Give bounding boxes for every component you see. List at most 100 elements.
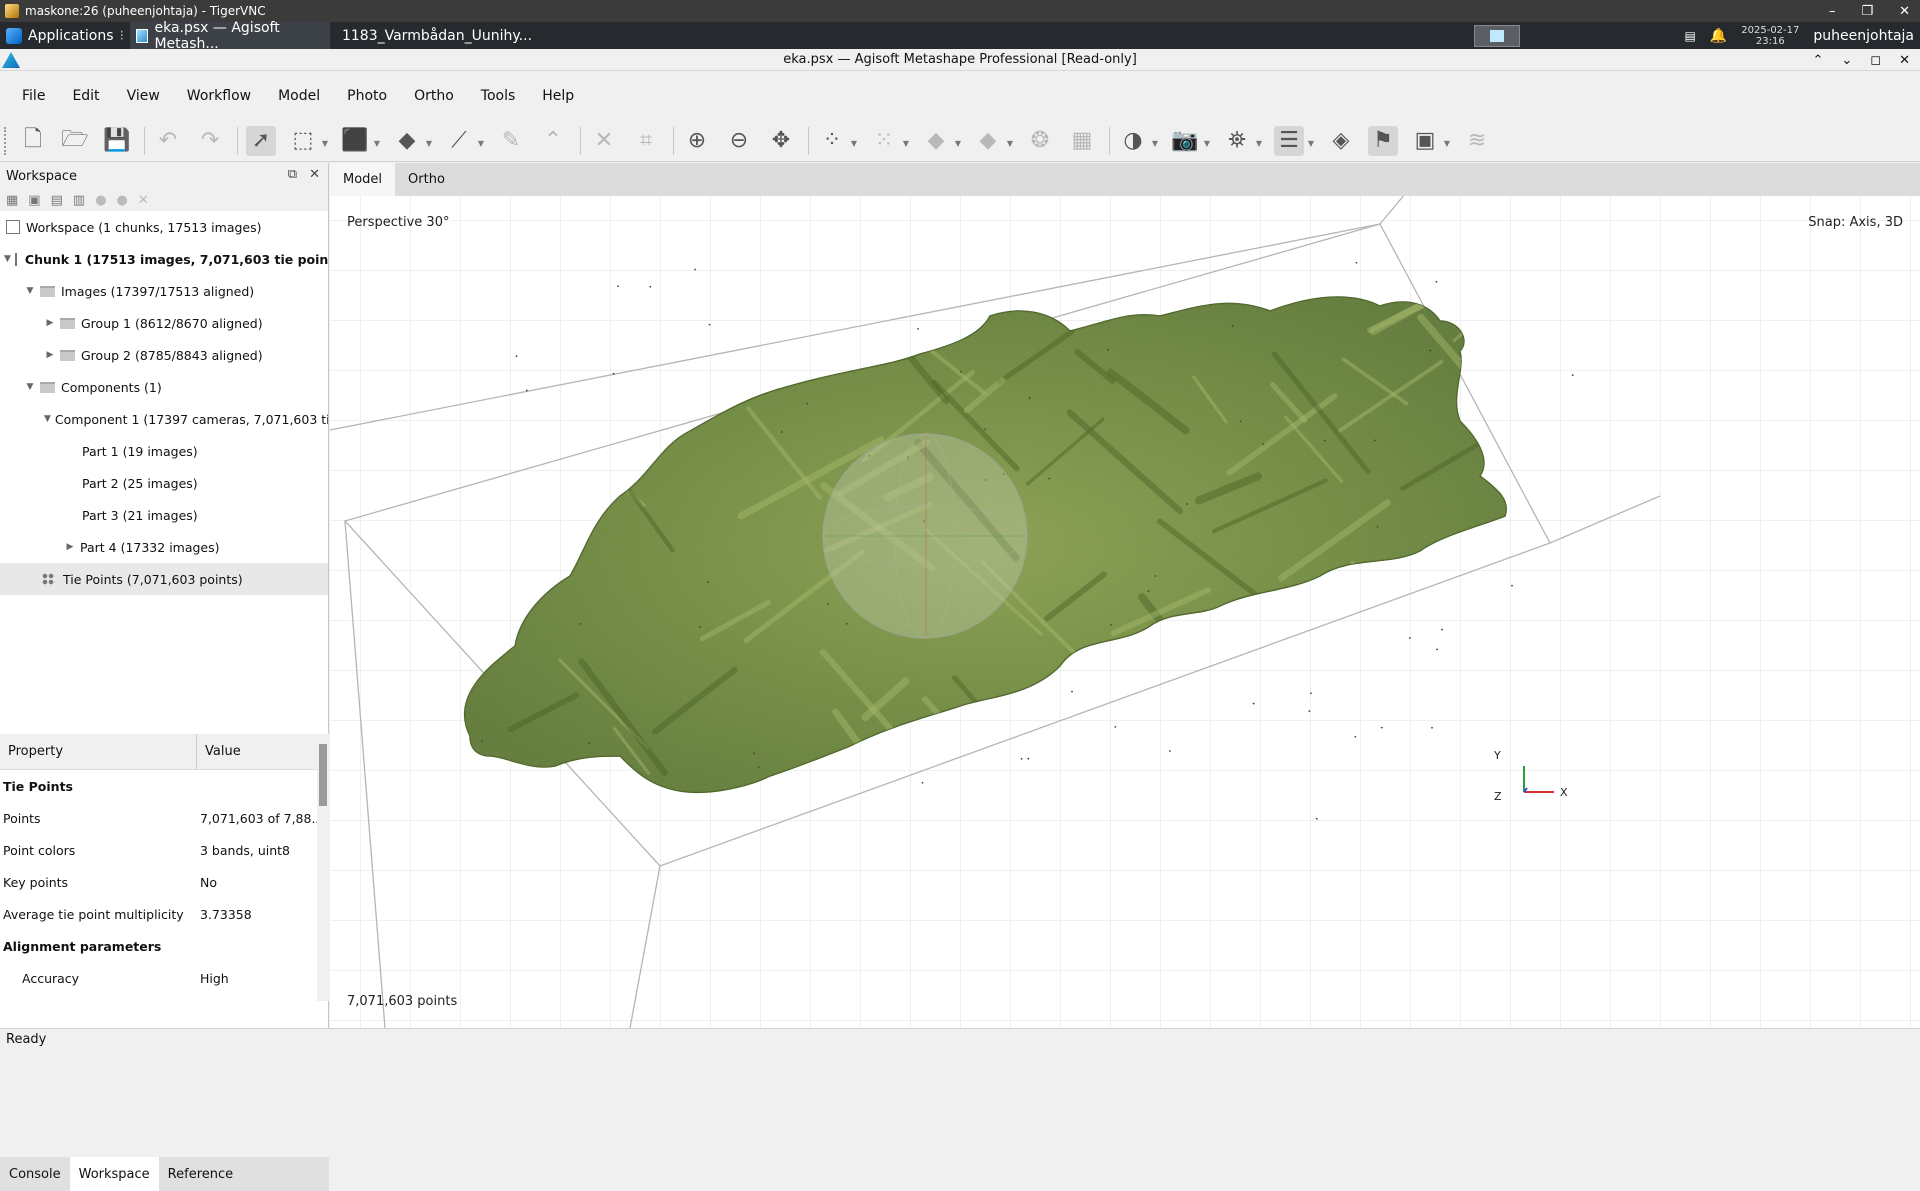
maximize-button[interactable]: ◻ bbox=[1870, 53, 1881, 68]
resize-region-icon[interactable]: ⬛ ▼ bbox=[340, 126, 380, 156]
collapse-button[interactable]: ⌃ bbox=[1812, 53, 1823, 68]
new-document-icon[interactable]: 🗋 bbox=[18, 126, 48, 156]
tree-item-group1[interactable]: ▶ Group 1 (8612/8670 aligned) bbox=[0, 307, 328, 339]
delete-items-icon[interactable]: ✕ bbox=[138, 193, 149, 208]
property-row[interactable]: Points 7,071,603 of 7,88... bbox=[0, 802, 329, 834]
show-markers-icon[interactable]: ⛯ ▼ bbox=[1222, 126, 1262, 156]
value-column-header[interactable]: Value bbox=[197, 744, 241, 759]
tree-item-components[interactable]: ▼ Components (1) bbox=[0, 371, 328, 403]
navigation-cursor-icon[interactable]: ➚ bbox=[246, 125, 276, 156]
tab-workspace[interactable]: Workspace bbox=[69, 1157, 159, 1191]
tree-item-group2[interactable]: ▶ Group 2 (8785/8843 aligned) bbox=[0, 339, 328, 371]
menu-file[interactable]: File bbox=[12, 88, 55, 104]
draw-polyline-icon[interactable]: ⟋ ▼ bbox=[444, 126, 484, 156]
zoom-out-icon[interactable]: ⊖ bbox=[724, 126, 754, 156]
zoom-in-icon[interactable]: ⊕ bbox=[682, 126, 712, 156]
property-row[interactable]: Point colors 3 bands, uint8 bbox=[0, 834, 329, 866]
draw-eraser-icon[interactable]: ✎ bbox=[496, 126, 526, 156]
add-folder-icon[interactable]: ▤ bbox=[51, 193, 63, 208]
tree-item-part3[interactable]: Part 3 (21 images) bbox=[0, 499, 328, 531]
redo-icon[interactable]: ↷ bbox=[195, 126, 225, 156]
collapse-arrow-icon[interactable]: ▼ bbox=[4, 254, 11, 264]
user-name[interactable]: puheenjohtaja bbox=[1813, 28, 1914, 44]
properties-vertical-scrollbar[interactable] bbox=[317, 734, 329, 1001]
property-row[interactable]: Key points No bbox=[0, 866, 329, 898]
close-panel-icon[interactable]: ✕ bbox=[309, 167, 320, 182]
draw-curve-icon[interactable]: ⌃ bbox=[538, 126, 568, 156]
enable-items-icon[interactable]: ● bbox=[95, 193, 106, 208]
add-chunk-icon[interactable]: ▦ bbox=[6, 193, 18, 208]
clock[interactable]: 2025-02-17 23:16 bbox=[1741, 25, 1799, 47]
vnc-minimize-button[interactable]: – bbox=[1829, 4, 1836, 19]
expand-arrow-icon[interactable]: ▶ bbox=[64, 542, 76, 552]
notification-bell-icon[interactable]: 🔔 bbox=[1710, 28, 1727, 44]
reset-view-icon[interactable]: ✥ bbox=[766, 126, 796, 156]
show-region-icon[interactable]: ◈ bbox=[1326, 126, 1356, 156]
menu-ortho[interactable]: Ortho bbox=[404, 88, 464, 104]
workspace-panel: Workspace ⧉ ✕ ▦ ▣ ▤ ▥ ● ● ✕ Workspace (1… bbox=[0, 163, 329, 1191]
applications-menu[interactable]: Applications ⁝ bbox=[0, 22, 130, 49]
show-cameras-icon[interactable]: 📷 ▼ bbox=[1170, 126, 1210, 156]
tab-console[interactable]: Console bbox=[0, 1157, 70, 1191]
texture-view-icon[interactable]: ❂ bbox=[1025, 126, 1055, 156]
open-folder-icon[interactable]: 🗁 bbox=[60, 126, 90, 156]
undo-icon[interactable]: ↶ bbox=[153, 126, 183, 156]
show-info-icon[interactable]: ☰ ▼ bbox=[1274, 125, 1314, 156]
menu-workflow[interactable]: Workflow bbox=[177, 88, 261, 104]
collapse-arrow-icon[interactable]: ▼ bbox=[44, 414, 51, 424]
delete-selection-icon[interactable]: ✕ bbox=[589, 126, 619, 156]
expand-arrow-icon[interactable]: ▶ bbox=[44, 318, 56, 328]
show-trackball-icon[interactable]: ◑ ▼ bbox=[1118, 126, 1158, 156]
remove-items-icon[interactable]: ▥ bbox=[73, 193, 85, 208]
tree-item-part4[interactable]: ▶ Part 4 (17332 images) bbox=[0, 531, 328, 563]
close-button[interactable]: ✕ bbox=[1899, 53, 1910, 68]
dem-view-icon[interactable]: ▦ bbox=[1067, 126, 1097, 156]
network-icon[interactable]: ▤ bbox=[1684, 29, 1695, 43]
tree-item-part1[interactable]: Part 1 (19 images) bbox=[0, 435, 328, 467]
property-column-header[interactable]: Property bbox=[0, 733, 197, 770]
menu-help[interactable]: Help bbox=[532, 88, 584, 104]
tab-model[interactable]: Model bbox=[330, 163, 396, 196]
menu-edit[interactable]: Edit bbox=[62, 88, 109, 104]
expand-arrow-icon[interactable]: ▶ bbox=[44, 350, 56, 360]
property-row[interactable]: Accuracy High bbox=[0, 962, 329, 994]
menu-model[interactable]: Model bbox=[268, 88, 330, 104]
undock-icon[interactable]: ⧉ bbox=[288, 167, 297, 182]
show-images-icon[interactable]: ▣ ▼ bbox=[1410, 126, 1450, 156]
collapse-arrow-icon[interactable]: ▼ bbox=[24, 382, 36, 392]
task-folder[interactable]: 1183_Varmbådan_Uunihy... bbox=[330, 22, 532, 49]
tiled-model-view-icon[interactable]: ◆ ▼ bbox=[973, 126, 1013, 156]
menu-view[interactable]: View bbox=[117, 88, 170, 104]
rectangle-selection-icon[interactable]: ⬚ ▼ bbox=[288, 126, 328, 156]
tree-item-workspace[interactable]: Workspace (1 chunks, 17513 images) bbox=[0, 211, 328, 243]
minimize-button[interactable]: ⌄ bbox=[1841, 53, 1852, 68]
menu-photo[interactable]: Photo bbox=[337, 88, 397, 104]
tree-item-chunk[interactable]: ▼ Chunk 1 (17513 images, 7,071,603 tie p… bbox=[0, 243, 328, 275]
show-layers-icon[interactable]: ≋ bbox=[1462, 126, 1492, 156]
tree-item-tie-points[interactable]: Tie Points (7,071,603 points) bbox=[0, 563, 328, 595]
tree-item-images[interactable]: ▼ Images (17397/17513 aligned) bbox=[0, 275, 328, 307]
add-photos-icon[interactable]: ▣ bbox=[28, 193, 40, 208]
tab-reference[interactable]: Reference bbox=[159, 1157, 242, 1191]
tree-item-component1[interactable]: ▼ Component 1 (17397 cameras, 7,071,603 … bbox=[0, 403, 328, 435]
tab-ortho[interactable]: Ortho bbox=[395, 163, 458, 196]
crop-selection-icon[interactable]: ⌗ bbox=[631, 126, 661, 156]
model-view-icon[interactable]: ◆ ▼ bbox=[921, 126, 961, 156]
point-cloud-view-icon[interactable]: ⁙ ▼ bbox=[869, 126, 909, 156]
tree-item-part2[interactable]: Part 2 (25 images) bbox=[0, 467, 328, 499]
collapse-arrow-icon[interactable]: ▼ bbox=[24, 286, 36, 296]
model-viewport[interactable]: Perspective 30° Snap: Axis, 3D 7,071,603… bbox=[330, 196, 1920, 1028]
vnc-close-button[interactable]: ✕ bbox=[1899, 4, 1910, 19]
task-metashape[interactable]: eka.psx — Agisoft Metash... bbox=[129, 20, 330, 52]
viewport-canvas[interactable] bbox=[330, 196, 1920, 1028]
ruler-icon[interactable]: ◆ ▼ bbox=[392, 126, 432, 156]
tie-points-view-icon[interactable]: ⁘ ▼ bbox=[817, 126, 857, 156]
workspace-switcher[interactable] bbox=[1474, 24, 1521, 47]
property-row[interactable]: Average tie point multiplicity 3.73358 bbox=[0, 898, 329, 930]
axis-y-label: Y bbox=[1494, 749, 1501, 762]
disable-items-icon[interactable]: ● bbox=[117, 193, 128, 208]
save-icon[interactable]: 💾 bbox=[102, 126, 132, 156]
vnc-restore-button[interactable]: ❐ bbox=[1861, 4, 1873, 19]
menu-tools[interactable]: Tools bbox=[471, 88, 526, 104]
show-flags-icon[interactable]: ⚑ bbox=[1368, 125, 1398, 156]
